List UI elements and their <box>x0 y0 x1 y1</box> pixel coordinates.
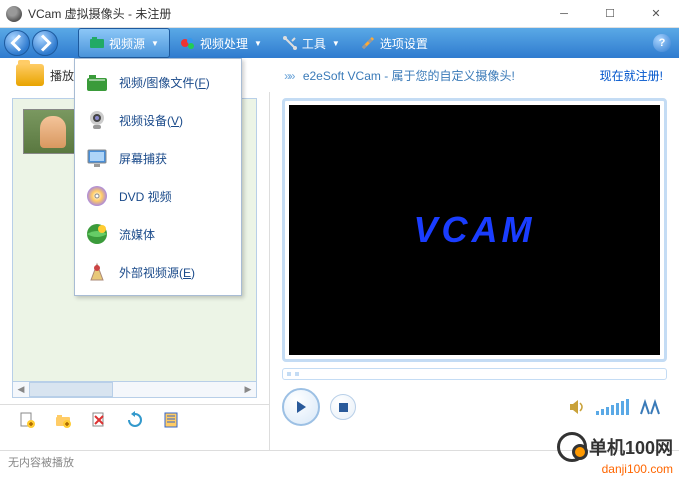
menu-label: DVD 视频 <box>119 188 172 205</box>
menu-label: 视频设备(V) <box>119 112 183 129</box>
external-icon <box>85 260 109 284</box>
titlebar: VCam 虚拟摄像头 - 未注册 ─ ☐ ✕ <box>0 0 679 28</box>
video-source-icon <box>89 35 105 51</box>
stop-button[interactable] <box>330 394 356 420</box>
scroll-thumb[interactable] <box>29 382 113 397</box>
toolbar-label: 工具 <box>302 35 326 52</box>
horizontal-scrollbar[interactable]: ◀ ▶ <box>13 381 256 397</box>
menu-item-external-source[interactable]: 外部视频源(E) <box>75 253 241 291</box>
chevron-down-icon: ▼ <box>254 39 262 48</box>
minimize-button[interactable]: ─ <box>541 0 587 27</box>
status-text: 无内容被播放 <box>8 454 74 470</box>
video-source-menu: 视频/图像文件(F) 视频设备(V) 屏幕捕获 DVD 视频 流媒体 外部视频源… <box>74 58 242 296</box>
video-process-icon <box>180 35 196 51</box>
menu-item-screen-capture[interactable]: 屏幕捕获 <box>75 139 241 177</box>
forward-button[interactable] <box>32 30 58 56</box>
speaker-icon[interactable] <box>568 398 586 416</box>
help-button[interactable]: ? <box>653 34 671 52</box>
disc-icon <box>85 184 109 208</box>
monitor-icon <box>85 146 109 170</box>
watermark-url: danji100.com <box>602 462 673 476</box>
toolbar-label: 视频源 <box>109 35 145 52</box>
menu-label: 外部视频源(E) <box>119 264 195 281</box>
chevron-down-icon: ▼ <box>332 39 340 48</box>
globe-icon <box>85 222 109 246</box>
equalizer-icon[interactable] <box>639 398 667 416</box>
options-icon <box>360 35 376 51</box>
webcam-icon <box>85 108 109 132</box>
refresh-icon[interactable] <box>126 411 144 429</box>
video-preview-box: VCAM <box>282 98 667 362</box>
add-file-icon[interactable] <box>18 411 36 429</box>
vcam-logo-text: VCAM <box>414 209 536 251</box>
play-button[interactable] <box>282 388 320 426</box>
playlist-label: 播放 <box>50 67 74 84</box>
delete-icon[interactable] <box>90 411 108 429</box>
menu-item-video-device[interactable]: 视频设备(V) <box>75 101 241 139</box>
preview-panel: VCAM <box>270 92 679 450</box>
watermark-brand: 单机100网 <box>589 434 673 460</box>
main-toolbar: 视频源 ▼ 视频处理 ▼ 工具 ▼ 选项设置 ? <box>0 28 679 58</box>
watermark: 单机100网 danji100.com <box>557 432 673 476</box>
toolbar-options[interactable]: 选项设置 <box>350 28 438 58</box>
menu-item-video-image-file[interactable]: 视频/图像文件(F) <box>75 63 241 101</box>
window-buttons: ─ ☐ ✕ <box>541 0 679 27</box>
menu-item-dvd-video[interactable]: DVD 视频 <box>75 177 241 215</box>
menu-label: 流媒体 <box>119 226 155 243</box>
chevron-down-icon: ▼ <box>151 39 159 48</box>
menu-label: 屏幕捕获 <box>119 150 167 167</box>
menu-label: 视频/图像文件(F) <box>119 74 210 91</box>
add-folder-icon[interactable] <box>54 411 72 429</box>
progress-bar[interactable] <box>282 368 667 380</box>
window-title: VCam 虚拟摄像头 - 未注册 <box>28 5 541 22</box>
arrows-icon: »» <box>284 69 293 83</box>
playlist-toolbar <box>0 404 269 434</box>
scroll-left-icon[interactable]: ◀ <box>13 382 29 397</box>
tagline: »» e2eSoft VCam - 属于您的自定义摄像头! <box>284 67 515 84</box>
list-icon[interactable] <box>162 411 180 429</box>
back-button[interactable] <box>4 30 30 56</box>
folder-icon <box>85 70 109 94</box>
folder-icon <box>16 64 44 86</box>
menu-item-stream[interactable]: 流媒体 <box>75 215 241 253</box>
toolbar-tools[interactable]: 工具 ▼ <box>272 28 350 58</box>
maximize-button[interactable]: ☐ <box>587 0 633 27</box>
tools-icon <box>282 35 298 51</box>
toolbar-video-process[interactable]: 视频处理 ▼ <box>170 28 272 58</box>
toolbar-video-source[interactable]: 视频源 ▼ <box>78 28 170 58</box>
toolbar-label: 选项设置 <box>380 35 428 52</box>
volume-slider[interactable] <box>596 399 629 415</box>
close-button[interactable]: ✕ <box>633 0 679 27</box>
toolbar-label: 视频处理 <box>200 35 248 52</box>
app-icon <box>6 6 22 22</box>
watermark-logo-icon <box>557 432 587 462</box>
scroll-right-icon[interactable]: ▶ <box>240 382 256 397</box>
register-link[interactable]: 现在就注册! <box>600 67 663 84</box>
video-preview: VCAM <box>289 105 660 355</box>
playback-controls <box>282 388 667 426</box>
